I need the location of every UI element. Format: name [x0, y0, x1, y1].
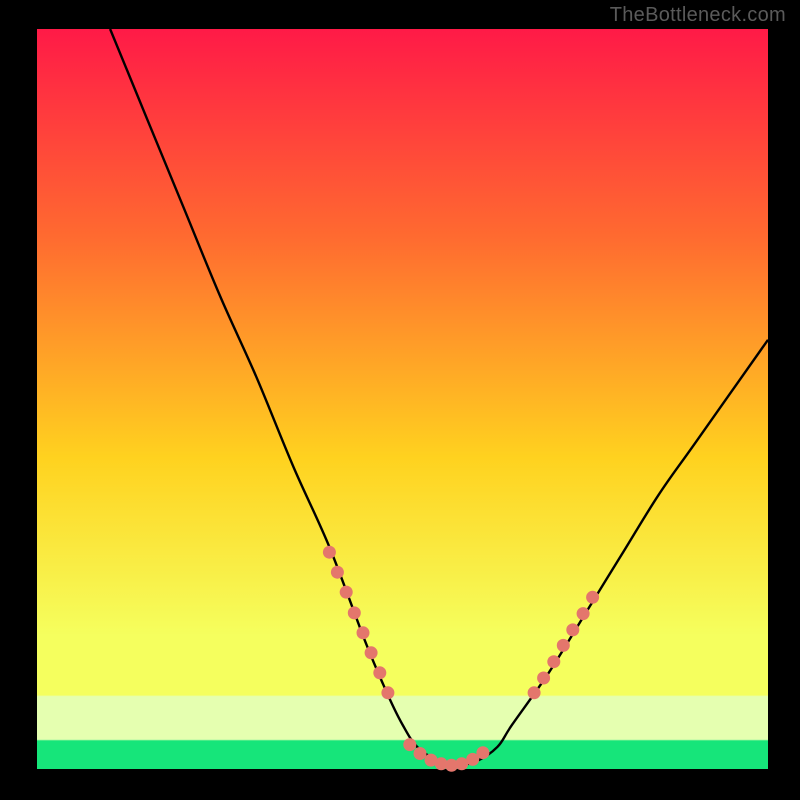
data-marker	[557, 639, 570, 652]
data-marker	[403, 738, 416, 751]
data-marker	[566, 623, 579, 636]
data-marker	[357, 626, 370, 639]
watermark-text: TheBottleneck.com	[610, 4, 786, 27]
data-marker	[586, 591, 599, 604]
data-marker	[476, 746, 489, 759]
chart-stage: TheBottleneck.com	[0, 0, 800, 800]
data-marker	[547, 655, 560, 668]
data-marker	[331, 566, 344, 579]
plot-area	[37, 29, 768, 769]
data-marker	[340, 586, 353, 599]
data-marker	[348, 606, 361, 619]
data-marker	[365, 646, 378, 659]
data-marker	[323, 546, 336, 559]
bottleneck-chart	[0, 0, 800, 800]
data-marker	[537, 672, 550, 685]
data-marker	[577, 607, 590, 620]
data-marker	[414, 747, 427, 760]
data-marker	[373, 666, 386, 679]
data-marker	[528, 686, 541, 699]
data-marker	[381, 686, 394, 699]
